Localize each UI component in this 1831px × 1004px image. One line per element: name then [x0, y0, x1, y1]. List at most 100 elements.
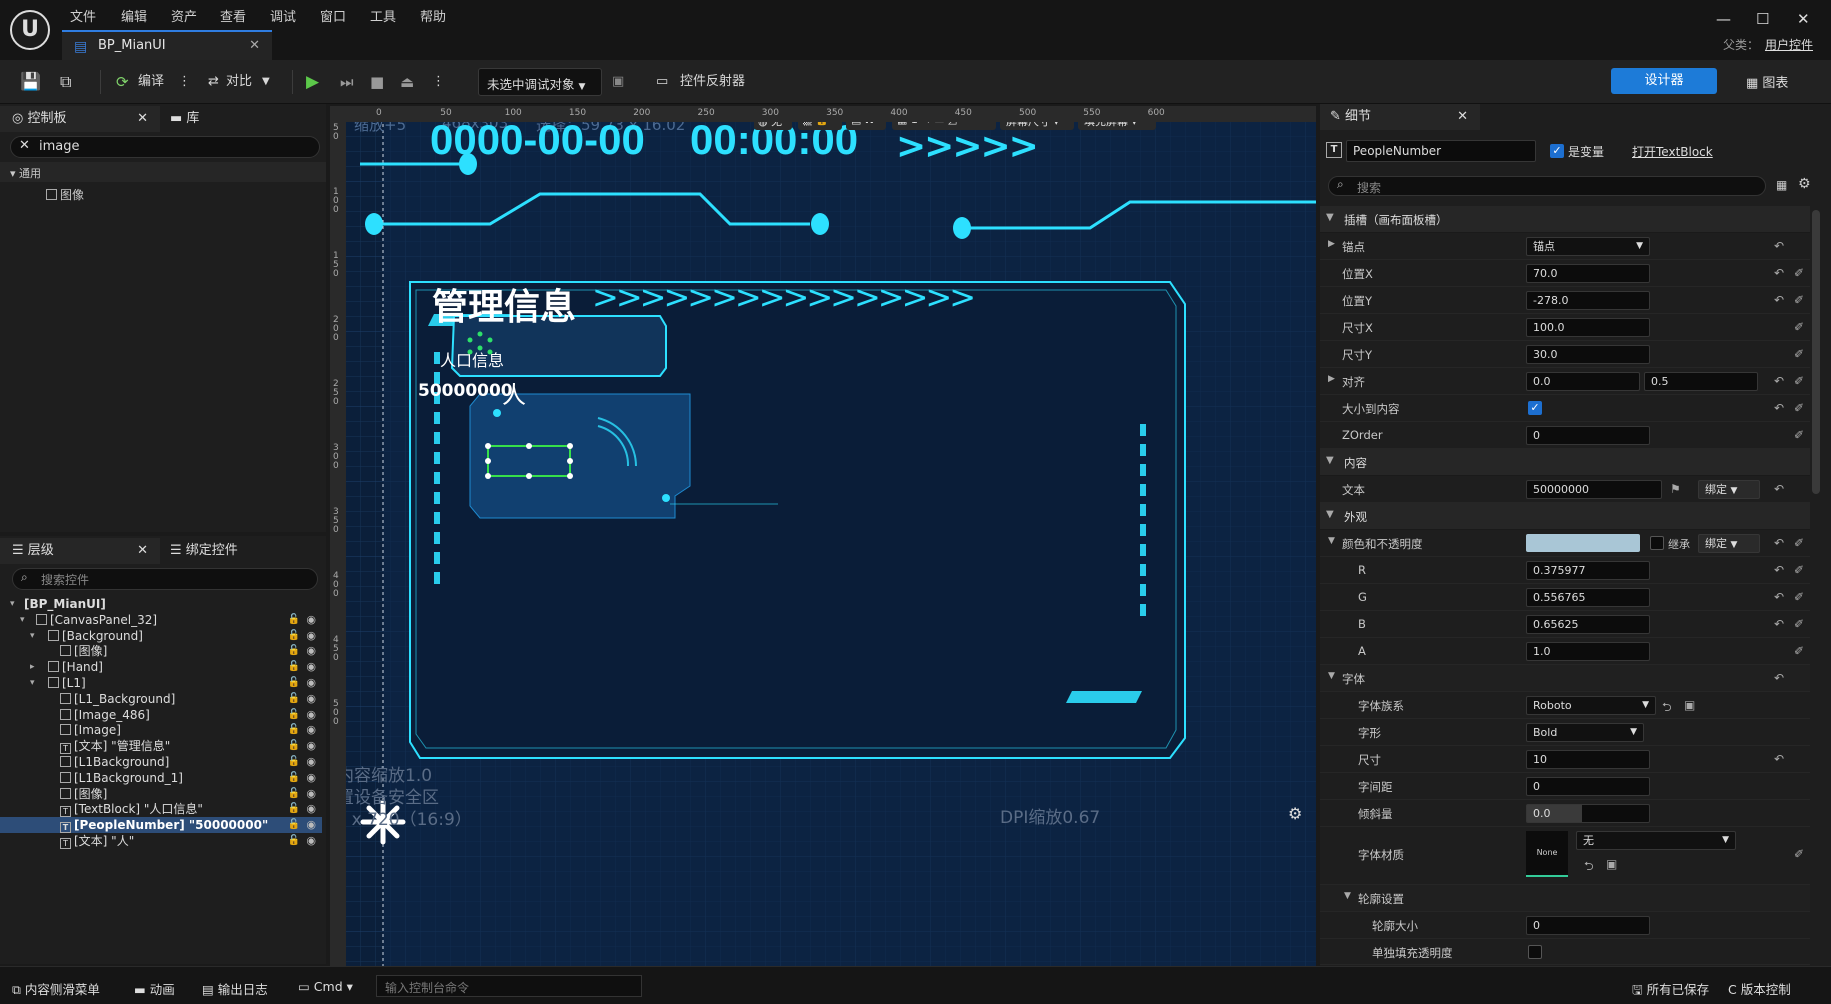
reset-icon[interactable]: ↶ [1774, 617, 1784, 631]
visibility-eye-icon[interactable]: ◉ [306, 817, 316, 833]
keyframe-icon[interactable]: ✐ [1794, 293, 1804, 307]
lock-icon[interactable]: 🔓 [288, 659, 300, 675]
visibility-eye-icon[interactable]: ◉ [306, 770, 316, 786]
details-scrollbar[interactable] [1812, 210, 1820, 494]
keyframe-icon[interactable]: ✐ [1794, 644, 1804, 658]
hierarchy-row[interactable]: [L1_Background] 🔓 ◉ [0, 691, 322, 707]
minimize-icon[interactable]: — [1716, 10, 1731, 28]
chevron-right-icon[interactable]: ▸ [30, 659, 35, 675]
palette-item-image[interactable]: 图像 [46, 186, 84, 203]
hierarchy-row[interactable]: [图像] 🔓 ◉ [0, 786, 322, 802]
alignment-x-input[interactable]: 0.0 [1526, 372, 1640, 391]
keyframe-icon[interactable]: ✐ [1794, 266, 1804, 280]
keyframe-icon[interactable]: ✐ [1794, 590, 1804, 604]
browse-asset-icon[interactable]: ▣ [1606, 857, 1617, 871]
hierarchy-row[interactable]: ▾ [Background] 🔓 ◉ [0, 628, 322, 644]
is-variable-checkbox[interactable]: ✓ [1550, 144, 1564, 158]
lock-icon[interactable]: 🔓 [288, 691, 300, 707]
use-selected-icon[interactable]: ⮌ [1584, 857, 1594, 878]
dpi-settings-gear-icon[interactable]: ⚙ [1288, 804, 1302, 823]
output-log-button[interactable]: ▤ 输出日志 [202, 979, 268, 998]
color-bind-dropdown[interactable]: 绑定 ▼ [1698, 534, 1760, 553]
compile-button[interactable]: 编译 [138, 71, 164, 93]
reset-icon[interactable]: ↶ [1774, 266, 1784, 280]
slot-category[interactable]: ▼ 插槽（画布面板槽） [1320, 206, 1810, 233]
hierarchy-row[interactable]: ▾ [CanvasPanel_32] 🔓 ◉ [0, 612, 322, 628]
zorder-input[interactable]: 0 [1526, 426, 1650, 445]
keyframe-icon[interactable]: ✐ [1794, 374, 1804, 388]
parent-class-link[interactable]: 用户控件 [1765, 38, 1813, 52]
lock-icon[interactable]: 🔓 [288, 754, 300, 770]
eject-icon[interactable]: ⏏ [400, 71, 414, 93]
size-y-input[interactable]: 30.0 [1526, 345, 1650, 364]
inherit-checkbox[interactable] [1650, 536, 1664, 550]
chevron-right-icon[interactable]: ▶ [1328, 239, 1335, 249]
menu-tools[interactable]: 工具 [370, 6, 396, 25]
console-command-input[interactable]: 输入控制台命令 [376, 975, 642, 997]
designer-viewport[interactable]: 缩放+5 468x303 选择：59.73 x 16.02 0000-00-00… [330, 106, 1316, 966]
reset-icon[interactable]: ↶ [1774, 482, 1784, 496]
lock-icon[interactable]: 🔓 [288, 628, 300, 644]
visibility-eye-icon[interactable]: ◉ [306, 643, 316, 659]
hierarchy-row[interactable]: ▾ [BP_MianUI] [0, 596, 322, 612]
lock-icon[interactable]: 🔓 [288, 770, 300, 786]
visibility-eye-icon[interactable]: ◉ [306, 612, 316, 628]
hierarchy-row[interactable]: [L1Background] 🔓 ◉ [0, 754, 322, 770]
keyframe-icon[interactable]: ✐ [1794, 347, 1804, 361]
hierarchy-row[interactable]: ▾ [L1] 🔓 ◉ [0, 675, 322, 691]
cmd-dropdown[interactable]: ▭ Cmd ▾ [298, 979, 353, 994]
color-swatch[interactable] [1526, 534, 1640, 552]
color-g-input[interactable]: 0.556765 [1526, 588, 1650, 607]
play-options-icon[interactable]: ⋮ [432, 71, 445, 93]
hierarchy-row[interactable]: T [PeopleNumber] "50000000" 🔓 ◉ [0, 817, 322, 834]
typeface-dropdown[interactable]: Bold ▼ [1526, 723, 1644, 742]
text-bind-dropdown[interactable]: 绑定 ▼ [1698, 480, 1760, 499]
material-thumbnail[interactable]: None [1526, 831, 1568, 877]
widget-reflector-button[interactable]: 控件反射器 [680, 71, 745, 93]
hierarchy-row[interactable]: [图像] 🔓 ◉ [0, 643, 322, 659]
close-icon[interactable]: ✕ [137, 538, 148, 564]
chevron-down-icon[interactable]: ▼ [1344, 891, 1351, 901]
reset-icon[interactable]: ↶ [1774, 293, 1784, 307]
localize-flag-icon[interactable]: ⚑ [1670, 482, 1681, 496]
close-icon[interactable]: ✕ [137, 106, 148, 132]
compile-options-icon[interactable]: ⋮ [178, 71, 191, 93]
position-x-input[interactable]: 70.0 [1526, 264, 1650, 283]
keyframe-icon[interactable]: ✐ [1794, 320, 1804, 334]
all-saved-indicator[interactable]: 🖫 所有已保存 [1632, 979, 1709, 1002]
settings-gear-icon[interactable]: ⚙ [1798, 176, 1811, 192]
visibility-eye-icon[interactable]: ◉ [306, 691, 316, 707]
lock-icon[interactable]: 🔓 [288, 612, 300, 628]
reset-icon[interactable]: ↶ [1774, 374, 1784, 388]
source-control-button[interactable]: C 版本控制 [1728, 979, 1791, 998]
menu-debug[interactable]: 调试 [270, 6, 296, 25]
content-drawer-button[interactable]: ⧉ 内容侧滑菜单 [12, 979, 100, 998]
hierarchy-row[interactable]: [Image] 🔓 ◉ [0, 722, 322, 738]
palette-category[interactable]: ▾ 通用 [0, 162, 326, 182]
library-tab[interactable]: ▬ 库 [170, 106, 199, 132]
visibility-eye-icon[interactable]: ◉ [306, 786, 316, 802]
chevron-down-icon[interactable]: ▼ [262, 71, 270, 93]
menu-help[interactable]: 帮助 [420, 6, 446, 25]
text-input[interactable]: 50000000 [1526, 480, 1662, 499]
font-family-dropdown[interactable]: Roboto ▼ [1526, 696, 1656, 715]
keyframe-icon[interactable]: ✐ [1794, 536, 1804, 550]
visibility-eye-icon[interactable]: ◉ [306, 675, 316, 691]
chevron-down-icon[interactable]: ▾ [30, 628, 35, 644]
hierarchy-row[interactable]: T [文本] "人" 🔓 ◉ [0, 833, 322, 849]
alignment-y-input[interactable]: 0.5 [1644, 372, 1758, 391]
visibility-eye-icon[interactable]: ◉ [306, 722, 316, 738]
hierarchy-search-input[interactable]: ⌕ 搜索控件 [12, 568, 318, 590]
chevron-right-icon[interactable]: ▶ [1328, 374, 1335, 384]
property-matrix-icon[interactable]: ▦ [1776, 178, 1787, 192]
keyframe-icon[interactable]: ✐ [1794, 847, 1804, 861]
use-selected-icon[interactable]: ⮌ [1662, 698, 1672, 719]
menu-asset[interactable]: 资产 [171, 6, 197, 25]
play-icon[interactable]: ▶ [306, 71, 319, 93]
visibility-eye-icon[interactable]: ◉ [306, 628, 316, 644]
reset-icon[interactable]: ↶ [1774, 536, 1784, 550]
step-icon[interactable]: ⏭ [340, 71, 354, 93]
browse-icon[interactable]: ⧉ [60, 71, 71, 93]
animation-button[interactable]: ▬ 动画 [134, 979, 175, 998]
keyframe-icon[interactable]: ✐ [1794, 401, 1804, 415]
